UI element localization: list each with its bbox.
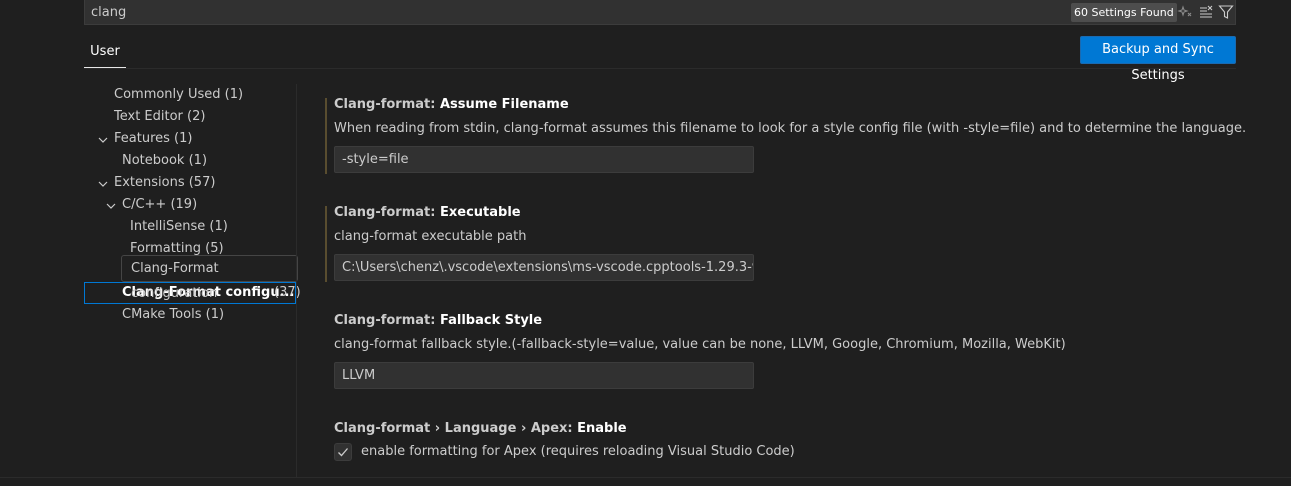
toc-count: (57)	[188, 175, 216, 190]
toc-count: (1)	[209, 219, 228, 234]
toc-label: C/C++	[122, 197, 167, 212]
setting-key: Executable	[439, 205, 521, 220]
toc-count: (1)	[224, 87, 244, 102]
executable-path-input[interactable]: C:\Users\chenz\.vscode\extensions\ms-vsc…	[334, 254, 754, 281]
chevron-down-icon[interactable]	[98, 134, 108, 144]
setting-category: Clang-format:	[334, 97, 440, 112]
sparkle-clear-icon[interactable]	[1177, 4, 1193, 20]
search-input[interactable]: clang	[91, 5, 126, 20]
setting-title: Clang-format: Fallback Style	[334, 313, 542, 328]
toc-item-features[interactable]: Features (1)	[114, 128, 192, 150]
toc-divider	[296, 84, 297, 478]
chevron-down-icon[interactable]	[106, 200, 116, 210]
setting-title: Clang-format › Language › Apex: Enable	[334, 421, 627, 436]
toc-count: (2)	[187, 109, 206, 124]
check-icon	[338, 448, 348, 457]
clear-filter-list-icon[interactable]	[1198, 4, 1214, 20]
setting-category: Clang-format › Language › Apex:	[334, 421, 578, 436]
fallback-style-input[interactable]: LLVM	[334, 362, 754, 389]
setting-description: clang-format fallback style.(-fallback-s…	[334, 337, 1066, 352]
settings-search-box[interactable]: clang 60 Settings Found	[84, 0, 1236, 25]
results-count-badge: 60 Settings Found	[1071, 3, 1177, 22]
toc-label: Formatting	[130, 241, 202, 256]
bottom-divider	[0, 477, 1291, 478]
toc-item-text-editor[interactable]: Text Editor (2)	[114, 106, 205, 128]
apex-enable-checkbox[interactable]	[334, 443, 352, 461]
setting-description: When reading from stdin, clang-format as…	[334, 121, 1247, 136]
toc-label: Text Editor	[114, 109, 183, 124]
toc-label: Commonly Used	[114, 87, 221, 102]
filter-icon[interactable]	[1218, 4, 1234, 20]
setting-title: Clang-format: Executable	[334, 205, 521, 220]
toc-count: (1)	[188, 153, 208, 168]
toc-item-cmake-tools[interactable]: CMake Tools (1)	[122, 304, 224, 326]
toc-item-notebook[interactable]: Notebook (1)	[122, 150, 207, 172]
setting-category: Clang-format:	[334, 313, 440, 328]
setting-title: Clang-format: Assume Filename	[334, 97, 569, 112]
backup-and-sync-button[interactable]: Backup and Sync Settings	[1080, 36, 1236, 83]
toc-tooltip: Clang-Format configuration	[121, 255, 298, 301]
modified-indicator	[325, 206, 327, 282]
toc-label: Extensions	[114, 175, 185, 190]
chevron-down-icon[interactable]	[98, 178, 108, 188]
toc-label: Notebook	[122, 153, 185, 168]
toc-count: (1)	[205, 307, 225, 322]
tab-user-settings[interactable]: User	[84, 37, 126, 68]
header-divider	[84, 68, 1236, 69]
toc-label: CMake Tools	[122, 307, 202, 322]
toc-count: (5)	[205, 241, 224, 256]
toc-count: (19)	[170, 197, 198, 212]
toc-label: IntelliSense	[130, 219, 206, 234]
toc-item-commonly-used[interactable]: Commonly Used (1)	[114, 84, 243, 106]
toc-item-intellisense[interactable]: IntelliSense (1)	[130, 216, 228, 238]
checkbox-label: enable formatting for Apex (requires rel…	[361, 444, 795, 459]
toc-label: Features	[114, 131, 170, 146]
modified-indicator	[325, 98, 327, 174]
setting-description: clang-format executable path	[334, 229, 527, 244]
setting-key: Fallback Style	[439, 313, 543, 328]
toc-item-cpp[interactable]: C/C++ (19)	[122, 194, 197, 216]
toc-item-extensions[interactable]: Extensions (57)	[114, 172, 215, 194]
setting-key: Assume Filename	[439, 97, 569, 112]
setting-key: Enable	[577, 421, 627, 436]
setting-category: Clang-format:	[334, 205, 440, 220]
assume-filename-input[interactable]: -style=file	[334, 146, 754, 173]
toc-count: (1)	[174, 131, 193, 146]
